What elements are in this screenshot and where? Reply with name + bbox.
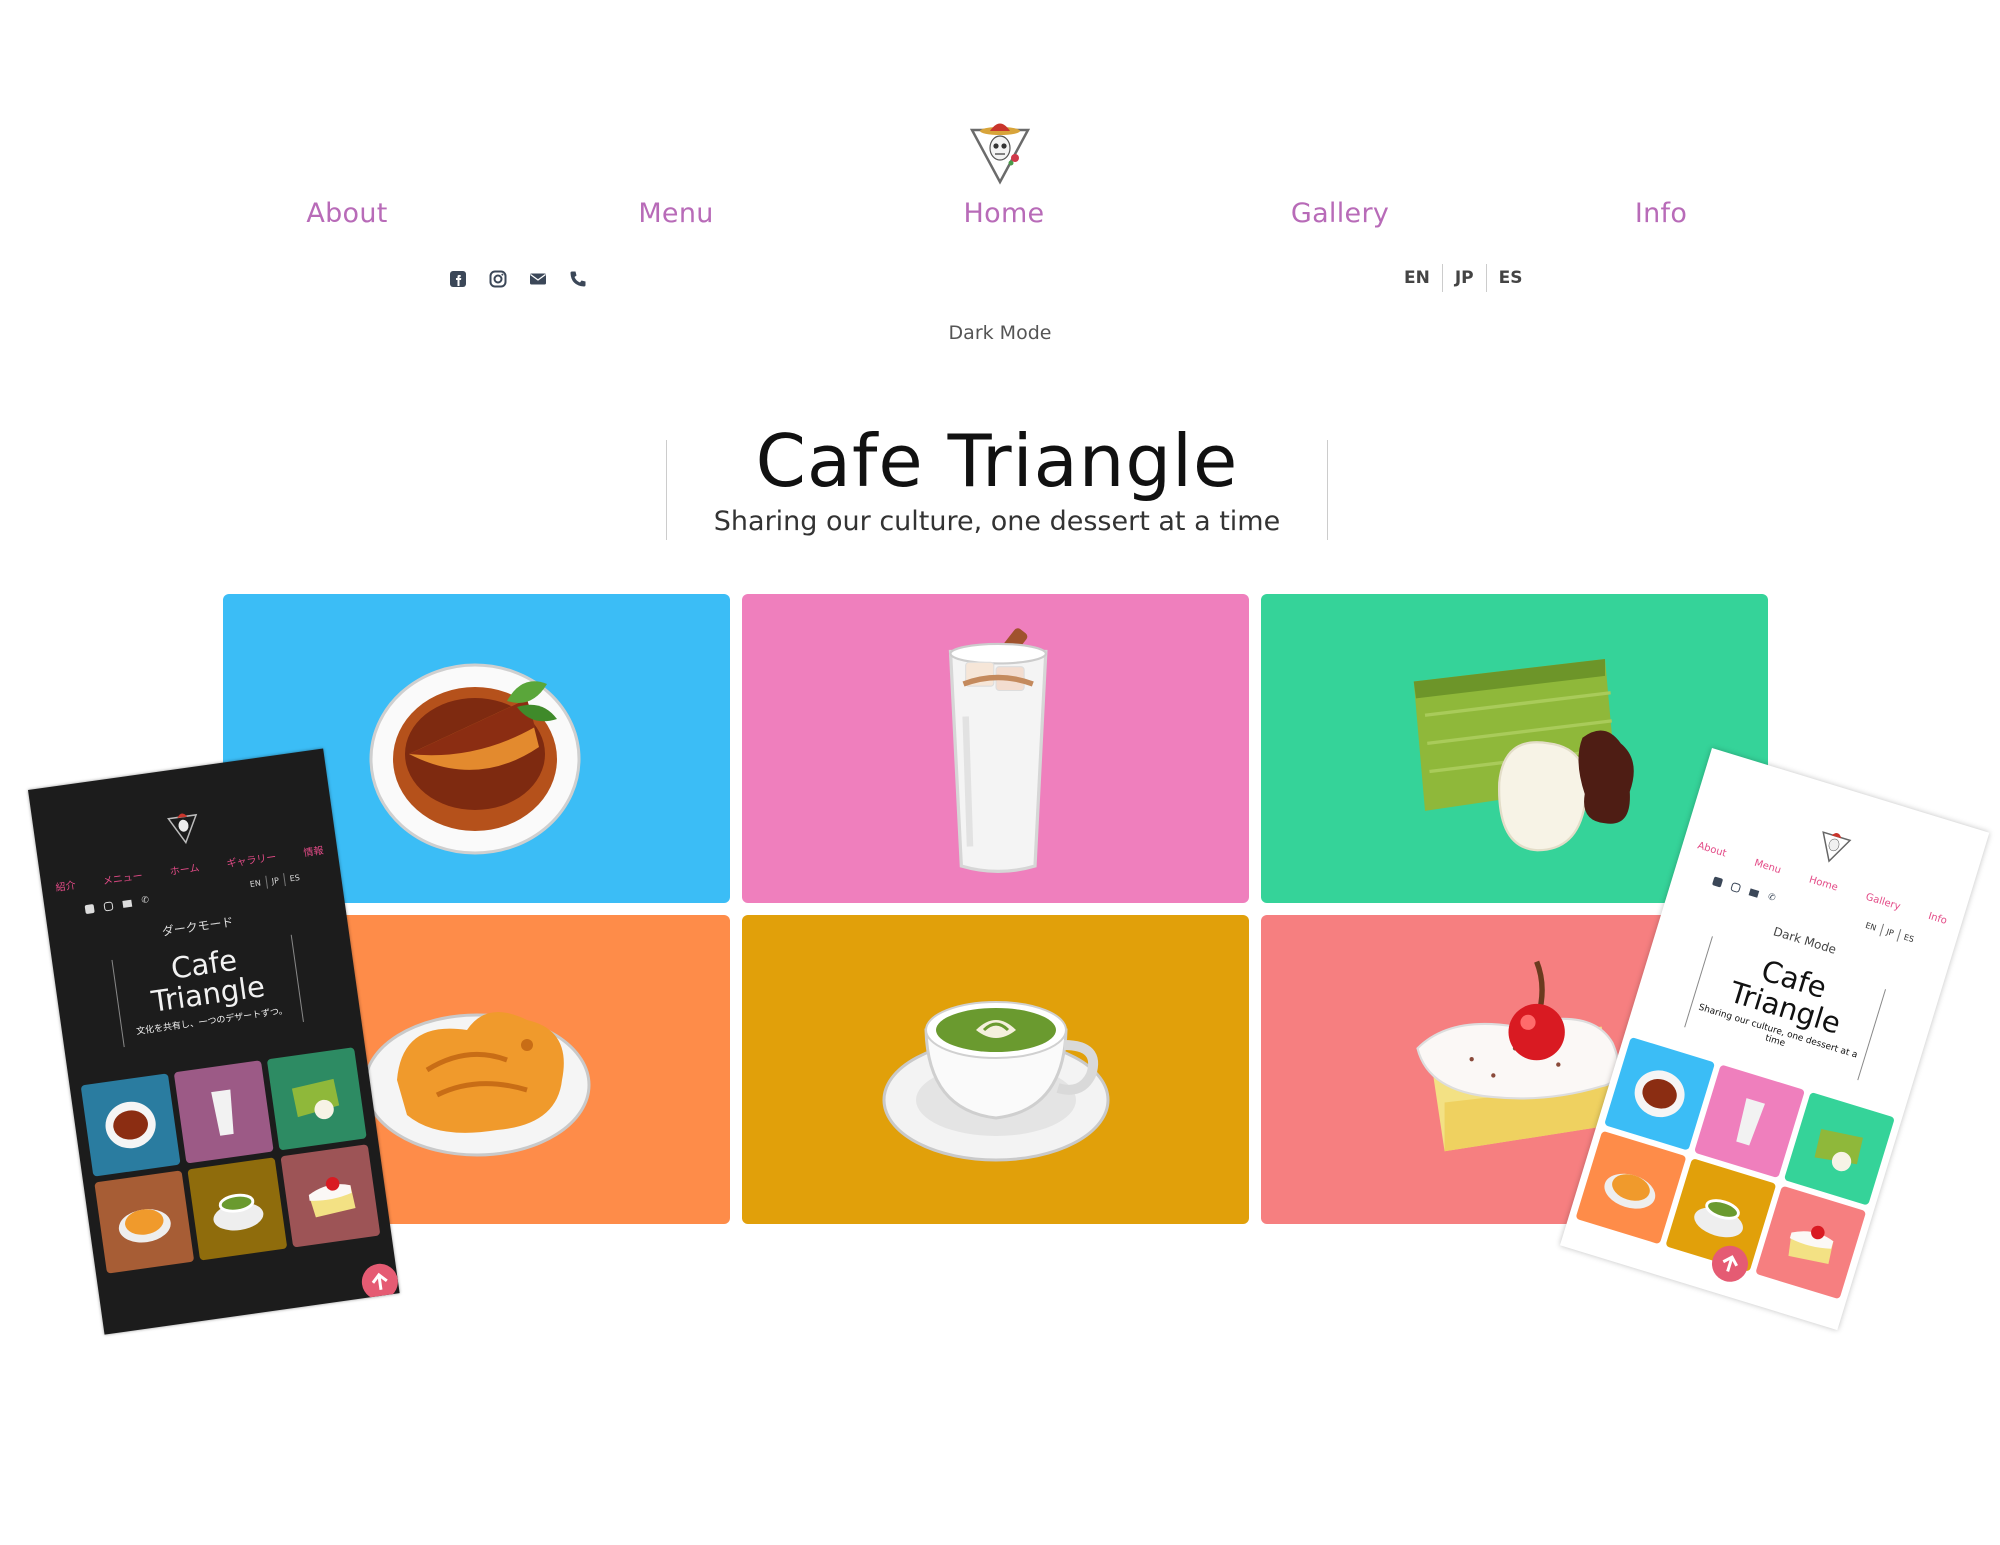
instagram-icon[interactable]	[489, 270, 507, 288]
phone-icon[interactable]: ✆	[141, 895, 151, 906]
lang-es[interactable]: ES	[1485, 264, 1535, 292]
instagram-icon[interactable]	[103, 901, 114, 912]
facebook-icon[interactable]	[1711, 876, 1724, 888]
tile-matcha-latte[interactable]	[742, 915, 1249, 1224]
hero-banner: Cafe Triangle Sharing our culture, one d…	[666, 423, 1328, 540]
m-light-tile-matcha[interactable]	[1783, 1091, 1895, 1206]
mobile-dark-nav: 紹介 メニュー ホーム ギャラリー 情報	[41, 840, 338, 896]
lang-jp[interactable]: JP	[1441, 264, 1486, 292]
nav-about[interactable]: About	[306, 198, 387, 229]
arrow-up-icon	[1722, 1255, 1739, 1272]
mobile-dark-social: ✆	[84, 895, 152, 915]
phone-icon[interactable]	[569, 270, 587, 288]
mail-icon[interactable]	[1748, 888, 1760, 898]
m-dark-lang-es[interactable]: ES	[282, 870, 306, 887]
mail-icon[interactable]	[529, 270, 547, 288]
mobile-dark-gallery	[80, 1047, 381, 1274]
m-dark-tile-matcha[interactable]	[266, 1047, 367, 1151]
nav-info[interactable]: Info	[1635, 198, 1687, 229]
m-light-nav-info[interactable]: Info	[1927, 911, 1948, 927]
pie-icon	[369, 663, 580, 854]
mobile-light-social: ✆	[1711, 876, 1778, 904]
m-dark-nav-4[interactable]: 情報	[302, 842, 324, 860]
m-dark-nav-3[interactable]: ギャラリー	[225, 848, 277, 870]
mobile-dark-hero: Cafe Triangle 文化を共有し、一つのデザートずつ。	[111, 934, 304, 1048]
m-dark-nav-1[interactable]: メニュー	[102, 867, 143, 887]
m-light-nav-home[interactable]: Home	[1808, 874, 1839, 893]
cafe-triangle-logo[interactable]	[968, 118, 1032, 186]
facebook-icon[interactable]	[449, 270, 467, 288]
social-links	[449, 270, 587, 288]
m-dark-tile-cherry[interactable]	[280, 1144, 381, 1248]
m-light-nav-gallery[interactable]: Gallery	[1864, 892, 1901, 913]
scroll-top-button[interactable]	[359, 1261, 400, 1303]
m-dark-lang-jp[interactable]: JP	[264, 873, 285, 889]
m-dark-nav-0[interactable]: 紹介	[54, 876, 76, 894]
matcha-cake-icon	[1413, 658, 1634, 851]
mail-icon[interactable]	[122, 899, 133, 908]
m-dark-lang-en[interactable]: EN	[244, 876, 267, 892]
cafe-triangle-logo	[167, 813, 198, 845]
page-title: Cafe Triangle	[755, 419, 1239, 503]
m-light-nav-about[interactable]: About	[1696, 840, 1728, 859]
dark-mode-toggle[interactable]: Dark Mode	[0, 322, 2000, 344]
facebook-icon[interactable]	[84, 903, 95, 915]
iced-drink-icon	[948, 627, 1048, 873]
m-light-tile-cherry[interactable]	[1755, 1185, 1867, 1300]
arrow-up-icon	[371, 1272, 388, 1290]
cafe-triangle-logo	[1822, 831, 1852, 863]
instagram-icon[interactable]	[1730, 881, 1742, 894]
main-nav: About Menu Home Gallery Info	[0, 198, 2000, 238]
nav-menu[interactable]: Menu	[638, 198, 713, 229]
m-light-lang-es[interactable]: ES	[1896, 928, 1921, 948]
m-dark-tile-pie[interactable]	[80, 1073, 181, 1177]
language-switcher: EN JP ES	[1392, 264, 1535, 292]
tile-iced-drink[interactable]	[742, 594, 1249, 903]
mobile-dark-lang: EN JP ES	[244, 870, 306, 891]
nav-home[interactable]: Home	[964, 198, 1045, 229]
m-dark-tile-taiyaki[interactable]	[94, 1170, 195, 1274]
m-dark-tile-latte[interactable]	[187, 1157, 288, 1261]
page-subtitle: Sharing our culture, one dessert at a ti…	[713, 505, 1281, 537]
m-light-nav-menu[interactable]: Menu	[1753, 858, 1782, 877]
taiyaki-icon	[363, 1011, 590, 1156]
m-dark-tile-drink[interactable]	[173, 1060, 274, 1164]
dessert-gallery	[223, 594, 1769, 1229]
phone-icon[interactable]: ✆	[1766, 892, 1777, 904]
m-dark-nav-2[interactable]: ホーム	[169, 859, 200, 878]
nav-gallery[interactable]: Gallery	[1291, 198, 1389, 229]
matcha-latte-icon	[882, 1000, 1109, 1161]
lang-en[interactable]: EN	[1392, 264, 1442, 292]
mobile-light-lang: EN JP ES	[1859, 917, 1921, 948]
